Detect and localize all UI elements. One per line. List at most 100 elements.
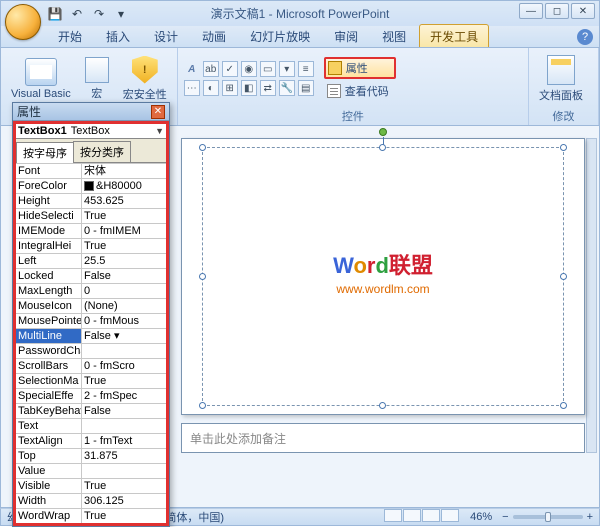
controls-gallery[interactable]: Aab✓◉▭▾≡ ⋯◐⊞◧⇄🔧▤ [184, 61, 314, 96]
property-grid[interactable]: Font宋体ForeColor&H80000Height453.625HideS… [16, 163, 166, 523]
property-row[interactable]: TabKeyBehavFalse [16, 403, 166, 418]
resize-handle[interactable] [560, 144, 567, 151]
property-row[interactable]: Value [16, 463, 166, 478]
tab-6[interactable]: 视图 [371, 24, 417, 47]
tab-3[interactable]: 动画 [191, 24, 237, 47]
titlebar: 💾 ↶ ↷ ▾ 演示文稿1 - Microsoft PowerPoint — ◻… [0, 0, 600, 26]
notes-pane[interactable]: 单击此处添加备注 [181, 423, 585, 453]
window-buttons: — ◻ ✕ [519, 3, 595, 19]
property-row[interactable]: MultiLineFalse ▾ [16, 328, 166, 343]
object-name: TextBox1 [18, 125, 67, 137]
property-row[interactable]: Height453.625 [16, 193, 166, 208]
property-row[interactable]: ForeColor&H80000 [16, 178, 166, 193]
shield-icon: ! [132, 56, 158, 84]
redo-icon[interactable]: ↷ [91, 6, 107, 22]
rotate-handle[interactable] [379, 128, 387, 136]
property-row[interactable]: MaxLength0 [16, 283, 166, 298]
property-row[interactable]: TextAlign1 - fmText [16, 433, 166, 448]
tab-2[interactable]: 设计 [143, 24, 189, 47]
properties-button[interactable]: 属性 [324, 57, 396, 79]
maximize-button[interactable]: ◻ [545, 3, 569, 19]
ribbon-group-modify: 文档面板 修改 [529, 48, 599, 125]
properties-panel[interactable]: 属性 ✕ TextBox1 TextBox ▼ 按字母序 按分类序 Font宋体… [12, 102, 170, 527]
document-panel-label: 文档面板 [539, 87, 583, 103]
object-type: TextBox [71, 125, 110, 137]
property-row[interactable]: Text [16, 418, 166, 433]
view-code-button[interactable]: 查看代码 [324, 81, 396, 101]
visual-basic-button[interactable]: Visual Basic [7, 56, 75, 102]
tab-0[interactable]: 开始 [47, 24, 93, 47]
watermark: Word联盟 www.wordlm.com [333, 248, 433, 296]
tab-categorized[interactable]: 按分类序 [73, 141, 131, 162]
macro-security-label: 宏安全性 [123, 86, 167, 102]
property-row[interactable]: ScrollBars0 - fmScro [16, 358, 166, 373]
view-buttons[interactable] [384, 509, 460, 525]
tab-7[interactable]: 开发工具 [419, 24, 489, 47]
property-row[interactable]: Width306.125 [16, 493, 166, 508]
tab-4[interactable]: 幻灯片放映 [239, 24, 321, 47]
macro-security-button[interactable]: ! 宏安全性 [119, 54, 171, 104]
properties-titlebar[interactable]: 属性 ✕ [13, 103, 169, 121]
object-selector[interactable]: TextBox1 TextBox ▼ [16, 124, 166, 139]
macros-button[interactable]: 宏 [81, 55, 113, 103]
tab-5[interactable]: 审阅 [323, 24, 369, 47]
view-code-label: 查看代码 [345, 83, 389, 99]
property-row[interactable]: MouseIcon(None) [16, 298, 166, 313]
zoom-in-icon[interactable]: + [587, 511, 593, 523]
properties-icon [328, 61, 342, 75]
property-row[interactable]: LockedFalse [16, 268, 166, 283]
tab-alphabetic[interactable]: 按字母序 [16, 142, 74, 163]
zoom-slider[interactable]: − + [502, 511, 593, 523]
property-row[interactable]: SpecialEffe2 - fmSpec [16, 388, 166, 403]
slide-canvas[interactable]: Word联盟 www.wordlm.com [181, 138, 585, 415]
property-row[interactable]: Left25.5 [16, 253, 166, 268]
textbox-selection[interactable]: Word联盟 www.wordlm.com [202, 147, 564, 406]
property-sort-tabs: 按字母序 按分类序 [16, 139, 166, 163]
resize-handle[interactable] [379, 402, 386, 409]
help-icon[interactable]: ? [577, 29, 593, 45]
quick-access-toolbar: 💾 ↶ ↷ ▾ [47, 6, 129, 22]
ribbon-group-controls: Aab✓◉▭▾≡ ⋯◐⊞◧⇄🔧▤ 属性 查看代码 控件 [178, 48, 529, 125]
property-row[interactable]: SelectionMaTrue [16, 373, 166, 388]
ribbon-tabs: 开始插入设计动画幻灯片放映审阅视图开发工具? [0, 26, 600, 48]
property-row[interactable]: IMEMode0 - fmIMEM [16, 223, 166, 238]
macros-icon [85, 57, 109, 83]
close-button[interactable]: ✕ [571, 3, 595, 19]
resize-handle[interactable] [199, 273, 206, 280]
group-label-modify: 修改 [535, 106, 592, 125]
document-panel-button[interactable]: 文档面板 [535, 53, 587, 105]
resize-handle[interactable] [199, 144, 206, 151]
visual-basic-icon [25, 58, 57, 86]
close-icon[interactable]: ✕ [151, 105, 165, 119]
properties-label: 属性 [346, 60, 368, 76]
window-title: 演示文稿1 - Microsoft PowerPoint [211, 5, 390, 22]
property-row[interactable]: VisibleTrue [16, 478, 166, 493]
office-button[interactable] [5, 4, 41, 40]
property-row[interactable]: IntegralHeiTrue [16, 238, 166, 253]
document-panel-icon [547, 55, 575, 85]
minimize-button[interactable]: — [519, 3, 543, 19]
visual-basic-label: Visual Basic [11, 88, 71, 100]
save-icon[interactable]: 💾 [47, 6, 63, 22]
properties-title: 属性 [17, 103, 41, 120]
vertical-scrollbar[interactable] [586, 138, 597, 453]
undo-icon[interactable]: ↶ [69, 6, 85, 22]
property-row[interactable]: MousePointe0 - fmMous [16, 313, 166, 328]
zoom-out-icon[interactable]: − [502, 511, 508, 523]
group-label-controls: 控件 [184, 106, 522, 125]
resize-handle[interactable] [560, 273, 567, 280]
property-row[interactable]: Top31.875 [16, 448, 166, 463]
macros-label: 宏 [91, 85, 102, 101]
resize-handle[interactable] [199, 402, 206, 409]
property-row[interactable]: Font宋体 [16, 163, 166, 178]
property-row[interactable]: PasswordCha [16, 343, 166, 358]
zoom-percent[interactable]: 46% [470, 511, 492, 523]
resize-handle[interactable] [560, 402, 567, 409]
property-row[interactable]: WordWrapTrue [16, 508, 166, 523]
chevron-down-icon[interactable]: ▼ [155, 126, 164, 136]
tab-1[interactable]: 插入 [95, 24, 141, 47]
property-row[interactable]: HideSelectiTrue [16, 208, 166, 223]
code-icon [327, 84, 341, 98]
qat-menu-icon[interactable]: ▾ [113, 6, 129, 22]
resize-handle[interactable] [379, 144, 386, 151]
